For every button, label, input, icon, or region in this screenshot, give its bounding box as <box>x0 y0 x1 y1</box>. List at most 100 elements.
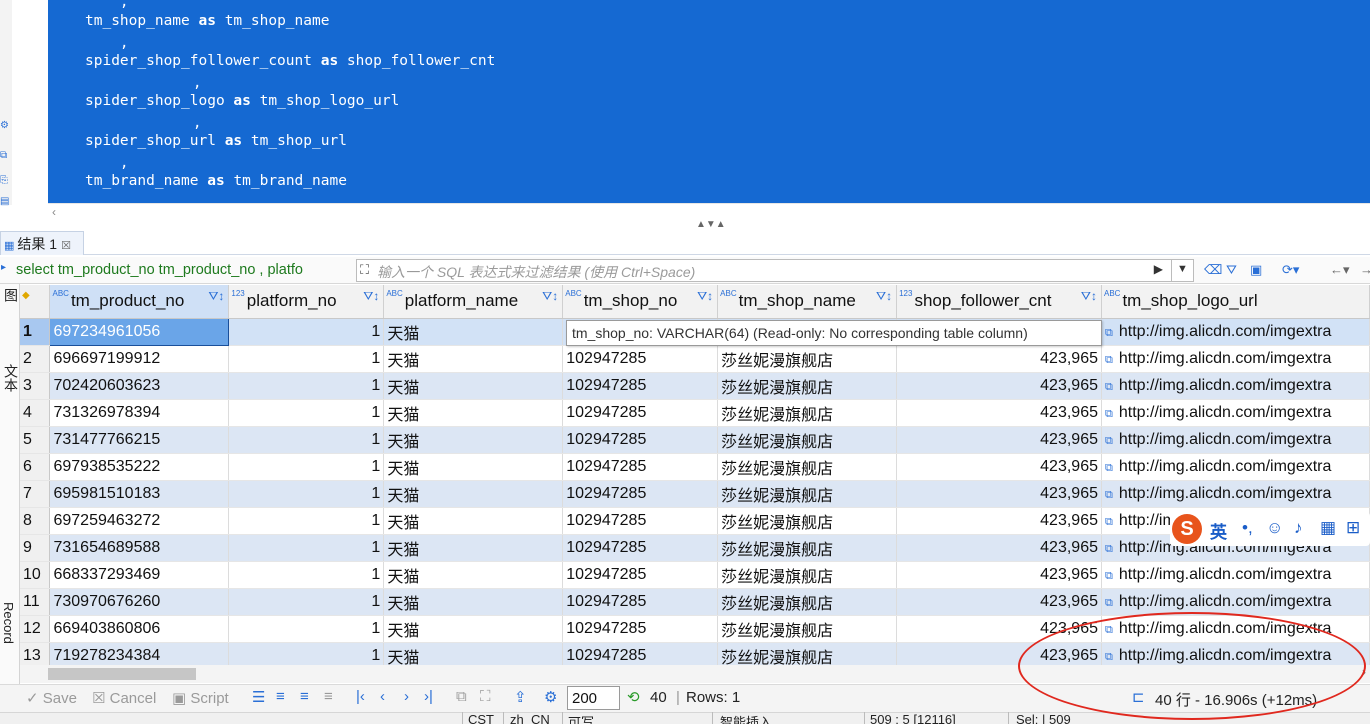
row-number[interactable]: 6 <box>20 453 51 481</box>
close-icon[interactable]: ☒ <box>61 240 71 252</box>
cell-logo-url[interactable]: ⧉ http://img.alicdn.com/imgextra <box>1101 453 1370 481</box>
table-row[interactable]: 11 730970676260 1 天猫 102947285 莎丝妮漫旗舰店 423,965… <box>20 588 1370 616</box>
column-header[interactable]: ABC tm_product_no ⛛↕ <box>49 285 230 319</box>
tab-result-1[interactable]: ▦ 结果 1 ☒ <box>0 231 84 255</box>
cell-shop-no[interactable]: 102947285 <box>562 642 719 665</box>
next-page-icon[interactable]: › <box>404 688 409 705</box>
row-number[interactable]: 4 <box>20 399 51 427</box>
export-icon[interactable]: ⎘ <box>0 175 12 187</box>
edit-row-icon[interactable]: ☰ <box>252 688 265 706</box>
column-filter-icon[interactable]: ⛛↕ <box>542 289 558 304</box>
copy-icon[interactable]: ⧉ <box>0 150 12 162</box>
file-icon[interactable]: ▤ <box>0 196 12 208</box>
cell-shop-name[interactable]: 莎丝妮漫旗舰店 <box>717 507 898 535</box>
link-icon[interactable]: ⧉ <box>1105 543 1113 555</box>
row-number[interactable]: 11 <box>20 588 51 616</box>
cell-platform-no[interactable]: 1 <box>228 372 385 400</box>
link-icon[interactable]: ⧉ <box>1105 354 1113 366</box>
cell-shop-name[interactable]: 莎丝妮漫旗舰店 <box>717 453 898 481</box>
panel-splitter-icon[interactable]: ▲▼▲ <box>696 219 726 230</box>
apply-filter-icon[interactable]: ▶ <box>1154 262 1163 276</box>
cell-platform-no[interactable]: 1 <box>228 615 385 643</box>
cell-product-no[interactable]: 731326978394 <box>49 399 230 427</box>
cell-platform-no[interactable]: 1 <box>228 453 385 481</box>
punctuation-icon[interactable]: •, <box>1242 518 1253 538</box>
column-filter-icon[interactable]: ⛛↕ <box>363 289 379 304</box>
link-icon[interactable]: ⧉ <box>1105 462 1113 474</box>
scroll-left-icon[interactable]: ‹ <box>52 205 56 219</box>
settings-icon[interactable]: ⚙ <box>544 688 557 706</box>
cell-follower-cnt[interactable]: 423,965 <box>896 453 1102 481</box>
cell-platform-no[interactable]: 1 <box>228 588 385 616</box>
link-icon[interactable]: ⧉ <box>1105 435 1113 447</box>
cell-product-no[interactable]: 696697199912 <box>49 345 230 373</box>
cell-platform-no[interactable]: 1 <box>228 561 385 589</box>
cell-product-no[interactable]: 695981510183 <box>49 480 230 508</box>
cell-follower-cnt[interactable]: 423,965 <box>896 372 1102 400</box>
cell-shop-name[interactable]: 莎丝妮漫旗舰店 <box>717 426 898 454</box>
fetch-size-input[interactable]: 200 <box>567 686 620 710</box>
cell-platform-name[interactable]: 天猫 <box>383 561 564 589</box>
cell-product-no[interactable]: 731477766215 <box>49 426 230 454</box>
cell-shop-no[interactable]: 102947285 <box>562 480 719 508</box>
column-header[interactable]: 123 shop_follower_cnt ⛛↕ <box>896 285 1102 319</box>
sql-editor[interactable]: , tm_shop_name as tm_shop_name , spider_… <box>0 0 1370 205</box>
cell-platform-name[interactable]: 天猫 <box>383 372 564 400</box>
cell-logo-url[interactable]: ⧉ http://img.alicdn.com/imgextra <box>1101 345 1370 373</box>
table-row[interactable]: 4 731326978394 1 天猫 102947285 莎丝妮漫旗舰店 423,965 ⧉… <box>20 399 1370 427</box>
back-icon[interactable]: ←▾ <box>1330 262 1350 278</box>
cell-follower-cnt[interactable]: 423,965 <box>896 345 1102 373</box>
delete-row-icon[interactable]: ≡ <box>324 688 333 705</box>
cell-platform-name[interactable]: 天猫 <box>383 426 564 454</box>
cell-shop-no[interactable]: 102947285 <box>562 534 719 562</box>
fit-icon[interactable]: ⛶ <box>480 688 491 705</box>
cell-logo-url[interactable]: ⧉ http://img.alicdn.com/imgextra <box>1101 561 1370 589</box>
table-row[interactable]: 9 731654689588 1 天猫 102947285 莎丝妮漫旗舰店 423,965 ⧉… <box>20 534 1370 562</box>
forward-icon[interactable]: → <box>1360 262 1370 277</box>
last-page-icon[interactable]: ›| <box>424 688 433 705</box>
scrollbar-thumb[interactable] <box>48 668 196 680</box>
filter-history-dropdown[interactable]: ▼ <box>1171 260 1193 281</box>
cell-logo-url[interactable]: ⧉ http://img.alicdn.com/imgextra <box>1101 399 1370 427</box>
link-icon[interactable]: ⧉ <box>1105 381 1113 393</box>
link-icon[interactable]: ⧉ <box>456 688 467 705</box>
cell-follower-cnt[interactable]: 423,965 <box>896 399 1102 427</box>
row-number[interactable]: 10 <box>20 561 51 589</box>
column-header[interactable]: ABC tm_shop_no ⛛↕ <box>562 285 719 319</box>
cell-shop-name[interactable]: 莎丝妮漫旗舰店 <box>717 399 898 427</box>
cell-platform-name[interactable]: 天猫 <box>383 507 564 535</box>
row-number[interactable]: 2 <box>20 345 51 373</box>
cell-shop-name[interactable]: 莎丝妮漫旗舰店 <box>717 345 898 373</box>
filter-settings-icon[interactable]: ▣ <box>1250 262 1262 278</box>
table-row[interactable]: 6 697938535222 1 天猫 102947285 莎丝妮漫旗舰店 423,965 ⧉… <box>20 453 1370 481</box>
ime-logo[interactable]: S <box>1172 514 1202 544</box>
query-text[interactable]: select tm_product_no tm_product_no , pla… <box>16 262 348 278</box>
column-header[interactable]: ABC platform_name ⛛↕ <box>383 285 564 319</box>
keyboard-icon[interactable]: ▦ <box>1320 518 1336 538</box>
table-row[interactable]: 3 702420603623 1 天猫 102947285 莎丝妮漫旗舰店 423,965 ⧉… <box>20 372 1370 400</box>
column-header[interactable]: ABC tm_shop_name ⛛↕ <box>717 285 898 319</box>
table-row[interactable]: 8 697259463272 1 天猫 102947285 莎丝妮漫旗舰店 423,965 ⧉… <box>20 507 1370 535</box>
cell-platform-no[interactable]: 1 <box>228 534 385 562</box>
cell-shop-no[interactable]: 102947285 <box>562 615 719 643</box>
cell-platform-no[interactable]: 1 <box>228 480 385 508</box>
cell-shop-no[interactable]: 102947285 <box>562 372 719 400</box>
link-icon[interactable]: ⧉ <box>1105 570 1113 582</box>
cell-shop-name[interactable]: 莎丝妮漫旗舰店 <box>717 534 898 562</box>
cell-platform-name[interactable]: 天猫 <box>383 615 564 643</box>
cell-platform-no[interactable]: 1 <box>228 318 385 346</box>
row-number[interactable]: 12 <box>20 615 51 643</box>
emoji-icon[interactable]: ☺ <box>1266 518 1283 538</box>
cell-shop-name[interactable]: 莎丝妮漫旗舰店 <box>717 372 898 400</box>
cell-product-no[interactable]: 731654689588 <box>49 534 230 562</box>
cell-product-no[interactable]: 697938535222 <box>49 453 230 481</box>
cell-logo-url[interactable]: ⧉ http://img.alicdn.com/imgextra <box>1101 318 1370 346</box>
gear-icon[interactable]: ⚙ <box>0 120 12 132</box>
cell-platform-name[interactable]: 天猫 <box>383 642 564 665</box>
row-number[interactable]: 9 <box>20 534 51 562</box>
cell-platform-name[interactable]: 天猫 <box>383 453 564 481</box>
cell-product-no[interactable]: 730970676260 <box>49 588 230 616</box>
save-button[interactable]: ✓ Save <box>26 689 77 707</box>
row-number[interactable]: 5 <box>20 426 51 454</box>
cell-follower-cnt[interactable]: 423,965 <box>896 534 1102 562</box>
